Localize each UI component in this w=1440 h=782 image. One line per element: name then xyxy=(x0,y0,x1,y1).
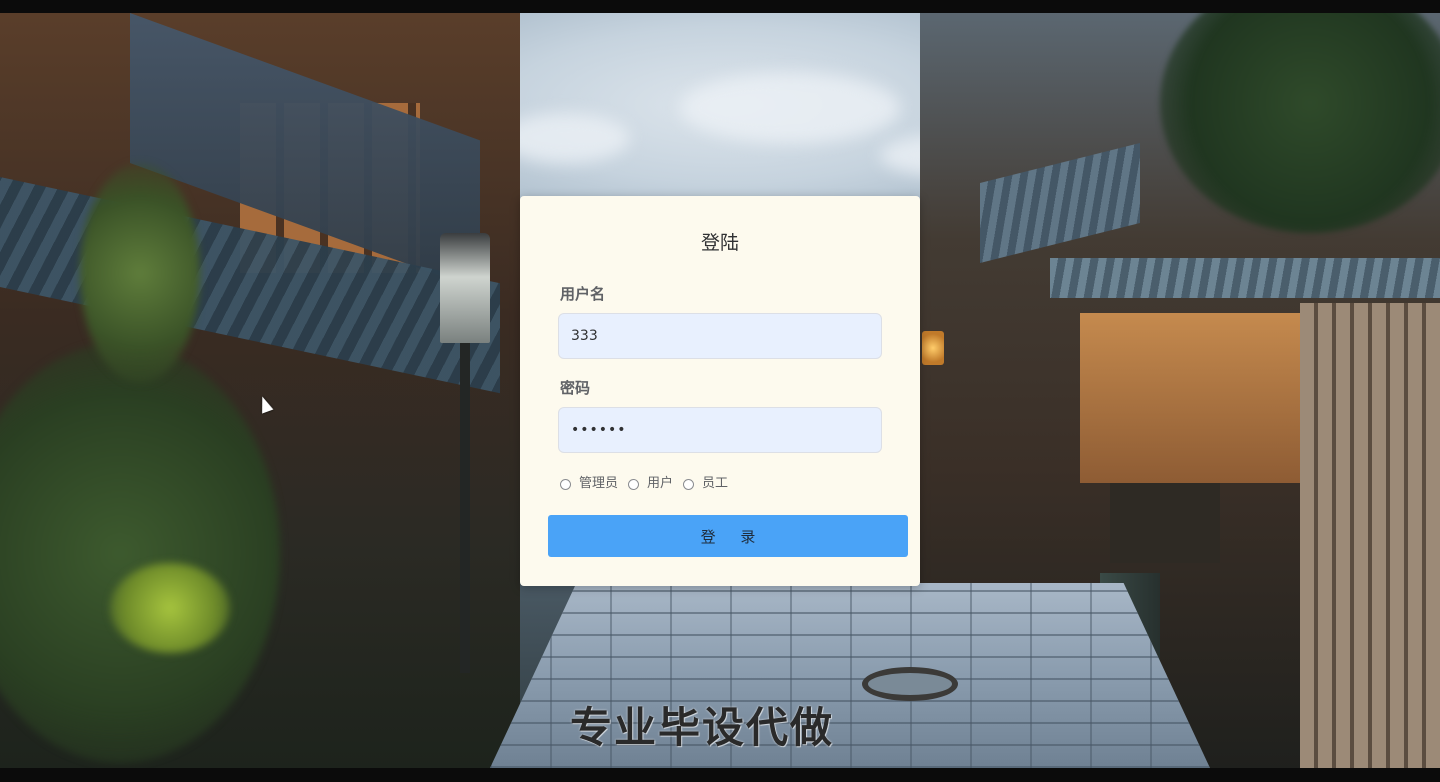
left-bright-leaves xyxy=(110,563,230,653)
shop-sign xyxy=(1110,483,1220,563)
bottom-letterbox xyxy=(0,768,1440,782)
role-label-admin: 管理员 xyxy=(579,476,619,491)
right-lit-wall xyxy=(1080,313,1320,483)
watermark-text: 专业毕设代做 xyxy=(570,703,835,752)
login-title: 登陆 xyxy=(700,232,739,254)
bamboo-fence xyxy=(1300,303,1440,768)
top-letterbox xyxy=(0,0,1440,13)
right-tiled-roof xyxy=(1050,258,1440,298)
role-option-admin[interactable]: 管理员 xyxy=(560,474,618,494)
left-vine xyxy=(80,163,200,383)
password-label: 密码 xyxy=(560,379,591,397)
role-option-user[interactable]: 用户 xyxy=(628,474,673,494)
login-card: 登陆 用户名 密码 管理员 用户 员工 登 录 xyxy=(520,196,920,586)
username-input[interactable] xyxy=(558,313,882,359)
cloud xyxy=(680,73,900,143)
role-option-staff[interactable]: 员工 xyxy=(683,474,728,494)
right-lantern xyxy=(922,331,944,365)
login-button[interactable]: 登 录 xyxy=(548,515,908,557)
role-label-user: 用户 xyxy=(647,476,674,491)
role-radio-group: 管理员 用户 员工 xyxy=(560,474,738,494)
radio-button-icon[interactable] xyxy=(683,478,695,490)
role-label-staff: 员工 xyxy=(702,476,729,491)
radio-button-icon[interactable] xyxy=(560,478,571,490)
username-label: 用户名 xyxy=(560,285,606,303)
street-lamp-pole xyxy=(460,343,470,673)
password-input[interactable] xyxy=(558,407,882,453)
street-lamp xyxy=(440,233,490,343)
manhole-cover xyxy=(862,667,958,701)
radio-button-icon[interactable] xyxy=(628,478,640,490)
